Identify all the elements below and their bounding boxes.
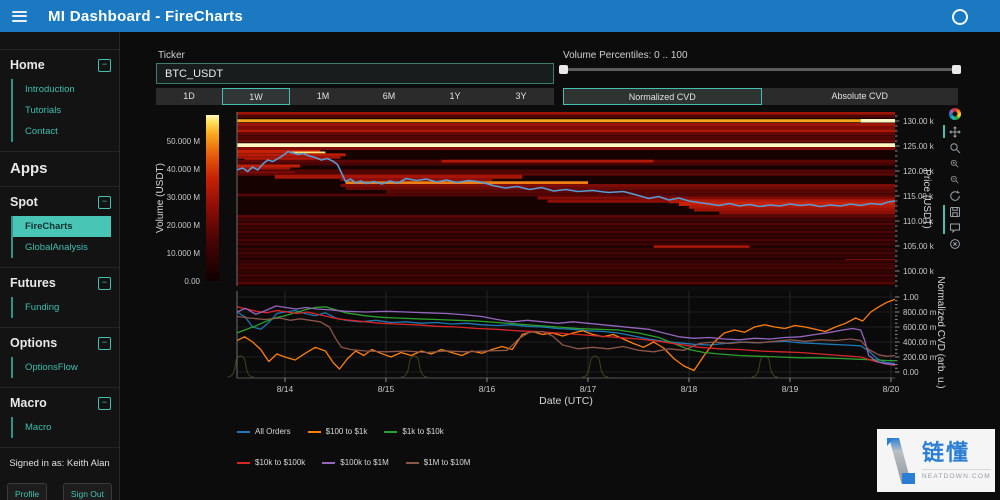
svg-text:200.00 m: 200.00 m: [903, 353, 937, 362]
price-axis-title: Price (USDT): [921, 169, 932, 228]
svg-text:800.00 m: 800.00 m: [903, 308, 937, 317]
legend-row-2: $10k to $100k $100k to $1M $1M to $10M: [237, 458, 470, 467]
svg-text:0.00: 0.00: [903, 368, 919, 377]
legend-label: $10k to $100k: [255, 458, 306, 467]
legend-label: $100k to $1M: [340, 458, 389, 467]
svg-text:8/18: 8/18: [681, 384, 698, 394]
legend-swatch: [384, 430, 398, 433]
legend-label: $1k to $10k: [402, 427, 444, 436]
svg-text:8/19: 8/19: [782, 384, 799, 394]
watermark-logo-icon: [885, 437, 915, 484]
top-app-bar: MI Dashboard - FireCharts: [0, 0, 1000, 32]
svg-text:8/20: 8/20: [883, 384, 900, 394]
heatmap-plot[interactable]: [237, 112, 895, 286]
menu-icon[interactable]: [12, 10, 27, 22]
svg-text:40.000 M: 40.000 M: [167, 165, 201, 174]
svg-text:10.000 M: 10.000 M: [167, 249, 201, 258]
svg-text:50.000 M: 50.000 M: [167, 137, 201, 146]
svg-text:105.00 k: 105.00 k: [903, 242, 935, 251]
svg-text:8/16: 8/16: [479, 384, 496, 394]
plotly-logo-icon[interactable]: [948, 108, 961, 120]
autoscale-icon[interactable]: [948, 189, 961, 202]
svg-text:600.00 m: 600.00 m: [903, 323, 937, 332]
legend-item--10k-to-100k[interactable]: $10k to $100k: [237, 458, 305, 467]
volume-axis-title: Volume (USDT): [155, 163, 166, 233]
legend-label: All Orders: [255, 427, 291, 436]
svg-text:8/17: 8/17: [580, 384, 597, 394]
legend-swatch: [405, 461, 419, 464]
legend-item-all-orders[interactable]: All Orders: [237, 427, 291, 436]
legend-item--1k-to-10k[interactable]: $1k to $10k: [384, 427, 444, 436]
watermark-cn-text: 链懂: [922, 440, 971, 465]
watermark-domain: NEATDOWN.COM: [922, 469, 991, 480]
site-watermark: 链懂 NEATDOWN.COM: [877, 429, 995, 492]
svg-text:130.00 k: 130.00 k: [903, 117, 935, 126]
legend-item--100-to-1k[interactable]: $100 to $1k: [307, 427, 368, 436]
date-axis-title: Date (UTC): [539, 395, 593, 407]
legend-item--1m-to-10m[interactable]: $1M to $10M: [405, 458, 471, 467]
pan-icon[interactable]: [948, 125, 961, 138]
svg-text:100.00 k: 100.00 k: [903, 267, 935, 276]
svg-text:0.00: 0.00: [184, 277, 200, 286]
legend-label: $1M to $10M: [423, 458, 471, 467]
loading-circle-icon: [952, 9, 968, 25]
price-axis: 130.00 k125.00 k120.00 k115.00 k110.00 k…: [895, 115, 935, 287]
chart-modebar: [943, 108, 961, 250]
svg-text:400.00 m: 400.00 m: [903, 338, 937, 347]
cvd-axis-title: Normalized CVD (arb. u.): [935, 276, 946, 388]
toggle-hover-icon[interactable]: [948, 221, 961, 234]
svg-text:8/14: 8/14: [277, 384, 294, 394]
cvd-axis: 1.00 800.00 m 600.00 m 400.00 m 200.00 m 0.00…: [895, 276, 946, 389]
date-axis: 8/14 8/15 8/16 8/17 8/18 8/19 8/20 Date (UTC): [277, 378, 900, 407]
volume-colorbar: 50.000 M 40.000 M 30.000 M 20.000 M 10.000 M…: [155, 115, 219, 286]
firechart-canvas: 50.000 M 40.000 M 30.000 M 20.000 M 10.000 M…: [155, 112, 946, 407]
legend-item--100k-to-1m[interactable]: $100k to $1M: [322, 458, 389, 467]
zoom-out-icon[interactable]: [948, 173, 961, 186]
svg-text:30.000 M: 30.000 M: [167, 193, 201, 202]
legend-swatch: [322, 461, 336, 464]
zoom-icon[interactable]: [948, 141, 961, 154]
svg-text:125.00 k: 125.00 k: [903, 142, 935, 151]
legend-swatch: [307, 430, 321, 433]
svg-text:20.000 M: 20.000 M: [167, 221, 201, 230]
legend-swatch: [237, 461, 250, 464]
svg-text:8/15: 8/15: [378, 384, 395, 394]
legend-swatch: [237, 430, 250, 433]
legend-row-1: All Orders $100 to $1k $1k to $10k: [237, 427, 444, 436]
reset-view-icon[interactable]: [948, 237, 961, 250]
app-title: MI Dashboard - FireCharts: [48, 7, 244, 25]
cvd-plot[interactable]: [227, 291, 895, 379]
legend-label: $100 to $1k: [325, 427, 368, 436]
save-image-icon[interactable]: [948, 205, 961, 218]
svg-text:1.00: 1.00: [903, 293, 919, 302]
zoom-in-icon[interactable]: [948, 157, 961, 170]
